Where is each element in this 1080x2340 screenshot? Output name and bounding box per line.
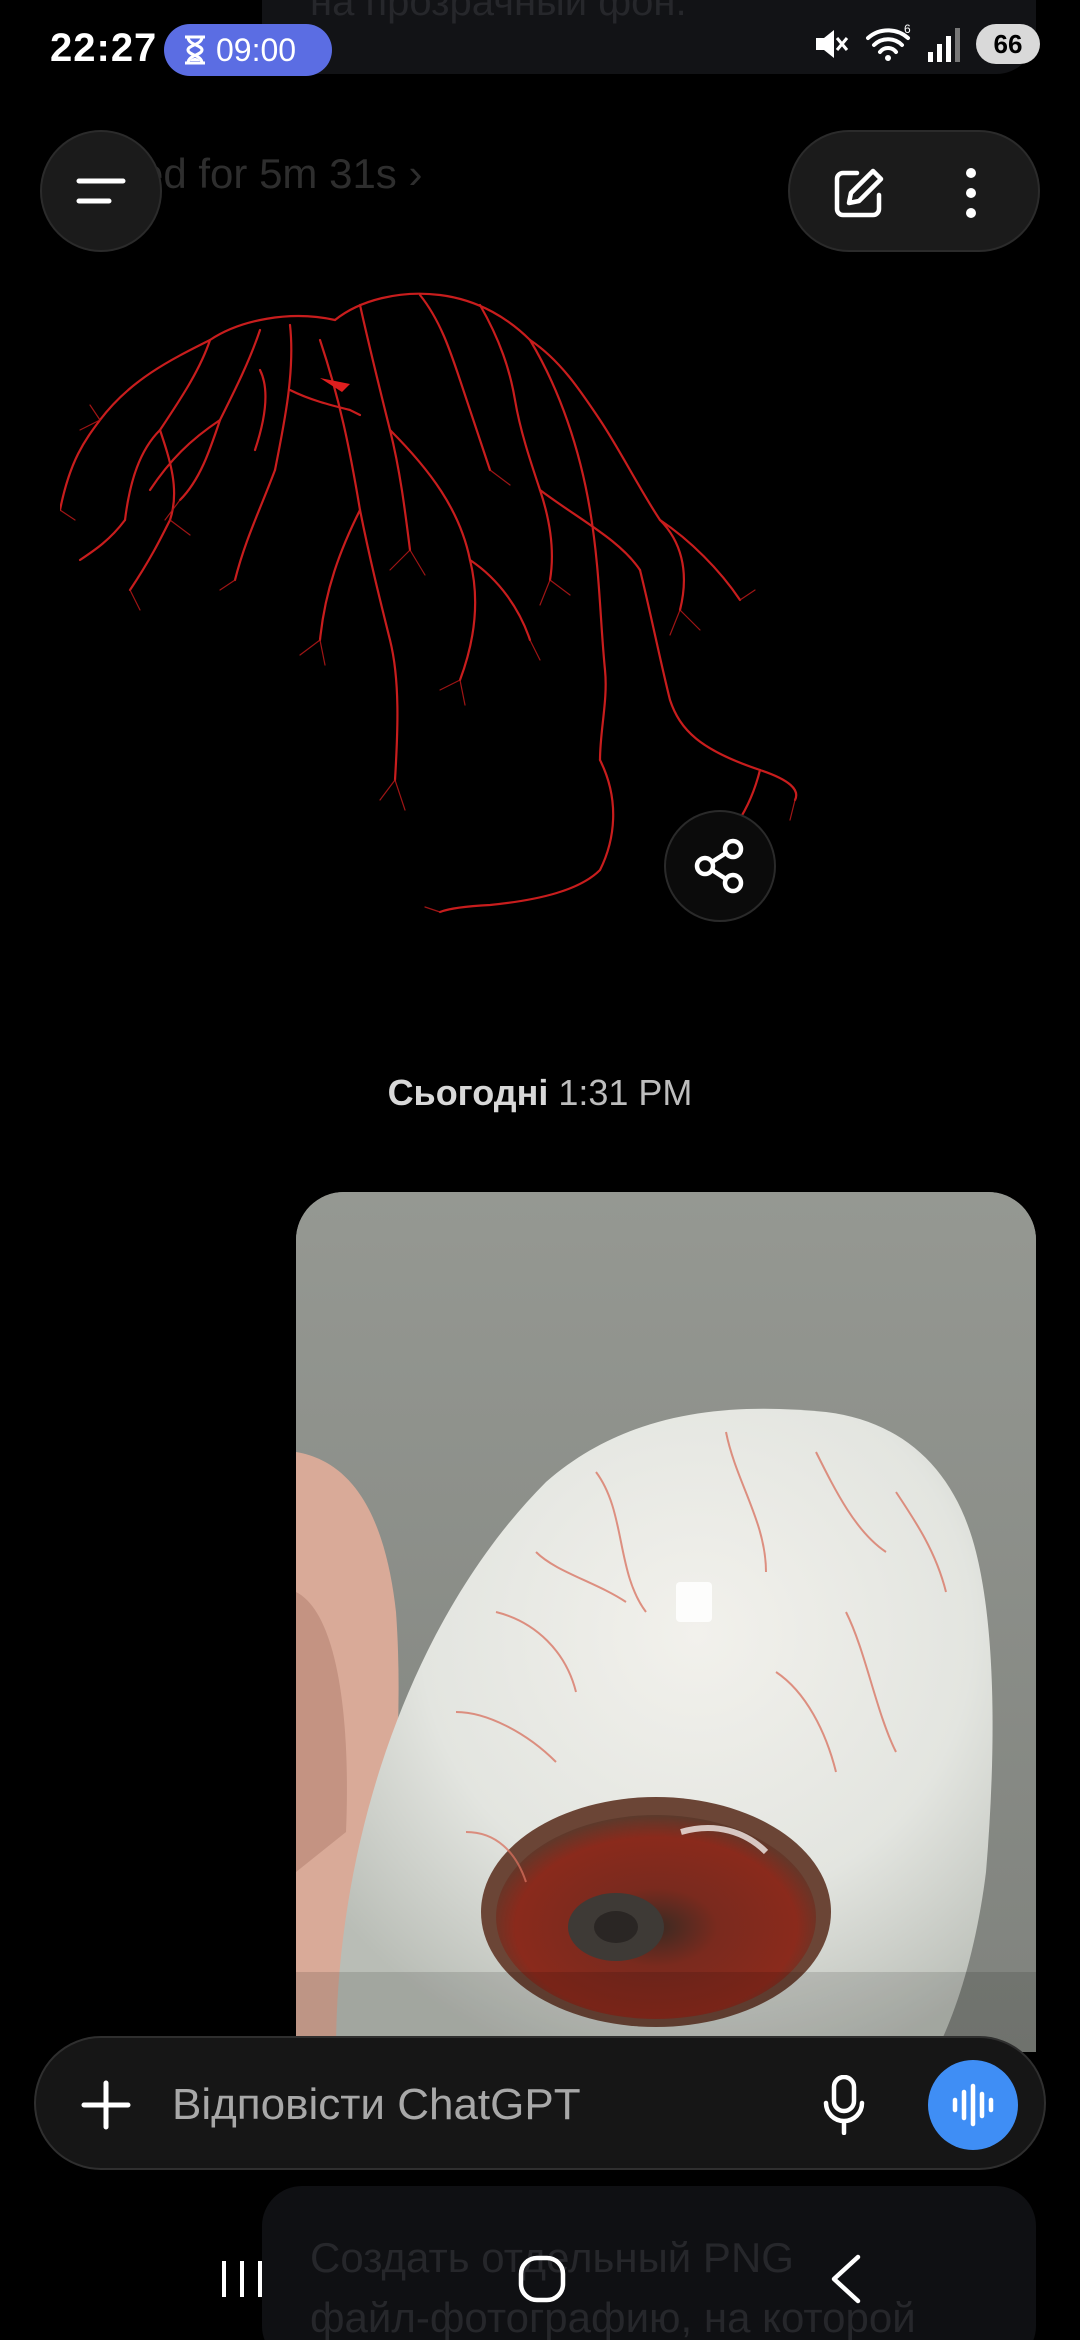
back-icon — [831, 2254, 861, 2304]
thought-duration-label[interactable]: ed for 5m 31s › — [140, 150, 422, 198]
network-badge: 6 — [904, 24, 911, 36]
more-options-button[interactable] — [926, 148, 1016, 238]
timestamp-time: 1:31 PM — [558, 1072, 693, 1113]
status-bar: 22:27 09:00 6 66 — [0, 0, 1080, 100]
menu-button[interactable] — [40, 130, 162, 252]
wifi-icon: 6 — [866, 24, 911, 61]
chevron-right-icon: › — [408, 150, 423, 197]
status-icons: 6 66 — [810, 24, 1040, 64]
microphone-icon — [823, 2075, 865, 2135]
hourglass-icon — [185, 35, 205, 65]
voice-mode-button[interactable] — [928, 2060, 1018, 2150]
battery-indicator: 66 — [976, 24, 1040, 64]
voice-mode-icon — [952, 2083, 994, 2127]
plus-icon — [81, 2080, 131, 2130]
message-composer — [34, 2036, 1046, 2170]
home-button[interactable] — [492, 2234, 592, 2324]
mute-icon — [816, 30, 849, 58]
share-icon — [694, 838, 744, 894]
message-input[interactable] — [172, 2068, 792, 2142]
new-chat-icon — [834, 168, 884, 218]
dictation-button[interactable] — [804, 2065, 884, 2145]
signal-icon — [928, 28, 960, 62]
chat-timestamp: Сьогодні 1:31 PM — [0, 1072, 1080, 1114]
more-vertical-icon — [966, 168, 976, 218]
home-icon — [518, 2255, 566, 2303]
new-chat-button[interactable] — [814, 148, 904, 238]
attach-button[interactable] — [66, 2065, 146, 2145]
user-photo-message[interactable] — [296, 1192, 1036, 2052]
status-time: 22:27 — [50, 26, 158, 70]
timestamp-day: Сьогодні — [387, 1072, 549, 1113]
top-actions-pill — [788, 130, 1040, 252]
share-button[interactable] — [664, 810, 776, 922]
system-nav-bar — [0, 2210, 1080, 2340]
back-button[interactable] — [796, 2234, 896, 2324]
menu-icon — [76, 178, 126, 204]
eyeball-photo — [296, 1192, 1036, 2052]
timer-text: 09:00 — [216, 31, 297, 68]
recent-apps-icon — [222, 2261, 262, 2297]
thought-duration-text: ed for 5m 31s — [140, 150, 397, 197]
recent-apps-button[interactable] — [192, 2234, 292, 2324]
timer-pill[interactable]: 09:00 — [164, 24, 332, 76]
